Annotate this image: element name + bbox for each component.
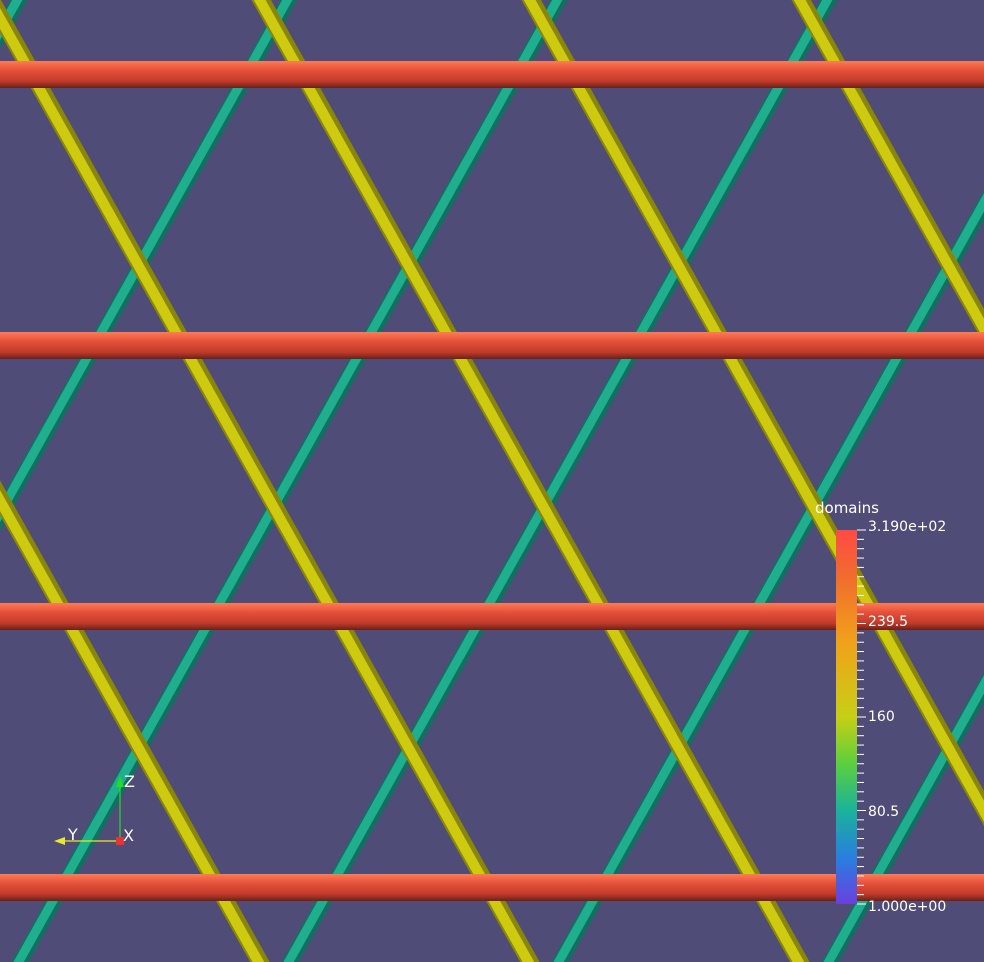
yellow-tube-2 xyxy=(0,0,540,962)
colorbar-label-3: 160 xyxy=(868,709,895,725)
colorbar-label-min: 1.000e+00 xyxy=(868,899,947,915)
colorbar-label-2: 239.5 xyxy=(868,614,909,630)
colorbar-label-4: 80.5 xyxy=(868,804,900,820)
colorbar-label-max: 3.190e+02 xyxy=(868,519,947,535)
yellow-tube-1-highlight xyxy=(0,490,265,962)
colorbar-gradient xyxy=(836,530,857,904)
x-axis-label: X xyxy=(123,826,134,845)
red-tube-0 xyxy=(0,61,984,88)
y-axis-label: Y xyxy=(68,825,78,844)
red-tube-1 xyxy=(0,332,984,359)
render-viewport[interactable]: domains 3.190e+02 239.5 160 80.5 1.000e+… xyxy=(0,0,984,962)
yellow-tube-1 xyxy=(0,480,270,962)
colorbar-title: domains xyxy=(815,499,879,517)
z-axis-label: Z xyxy=(124,772,135,791)
lattice-scene xyxy=(0,0,984,962)
y-axis-arrow xyxy=(54,837,65,845)
